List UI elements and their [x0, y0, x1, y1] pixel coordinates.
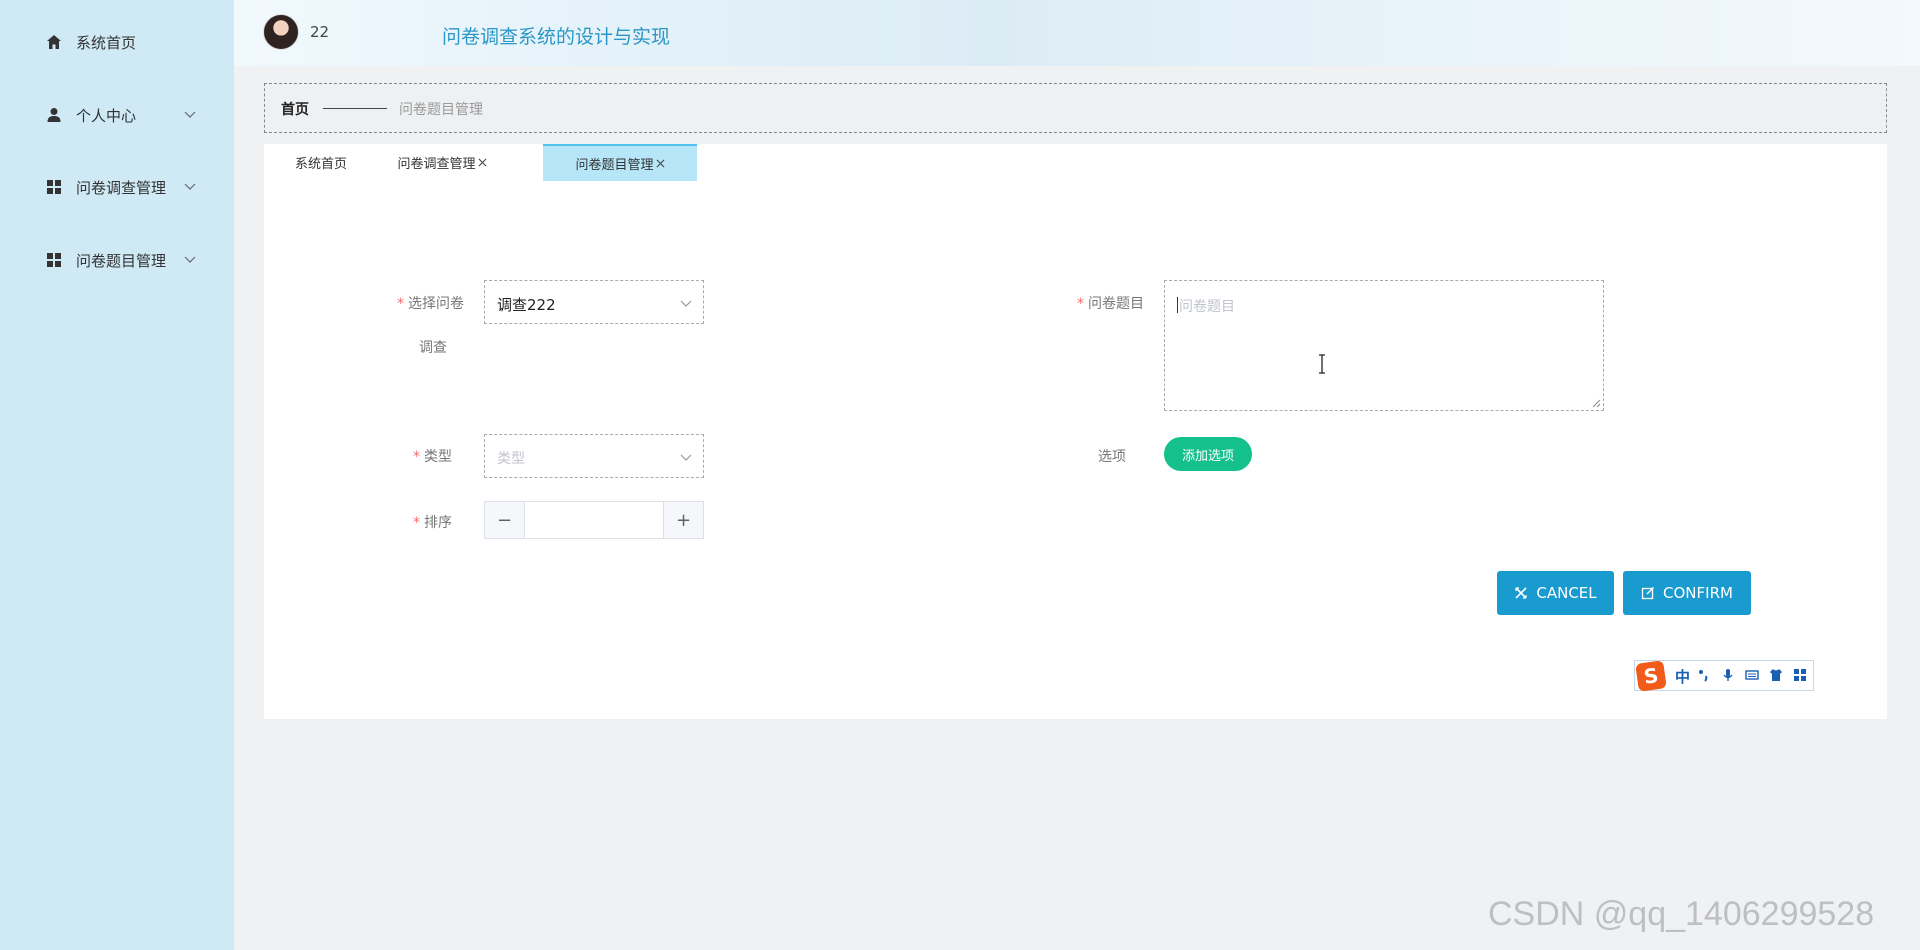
tab-label: 问卷调查管理	[397, 157, 476, 172]
survey-label-line2: 调查	[419, 340, 447, 356]
confirm-button-label: CONFIRM	[1663, 584, 1733, 602]
home-icon	[47, 35, 61, 49]
order-label: * 排序	[413, 515, 452, 531]
tab-survey-management[interactable]: 问卷调查管理	[378, 144, 506, 181]
microphone-icon[interactable]	[1721, 668, 1735, 682]
confirm-button[interactable]: CONFIRM	[1623, 571, 1751, 615]
order-input[interactable]	[526, 502, 662, 538]
sidebar-item-survey-management[interactable]: 问卷调查管理	[0, 167, 234, 207]
toolbox-grid-icon[interactable]	[1793, 668, 1807, 682]
ime-mode-chinese[interactable]: 中	[1675, 666, 1690, 687]
ime-toolbar[interactable]: S 中	[1634, 660, 1814, 692]
watermark: CSDN @qq_1406299528	[1488, 895, 1875, 933]
sidebar-item-label: 个人中心	[76, 107, 137, 125]
edit-icon	[1641, 586, 1655, 600]
breadcrumb-separator	[323, 108, 387, 109]
chevron-down-icon	[680, 454, 692, 461]
close-icon	[1515, 587, 1527, 599]
sidebar-item-label: 系统首页	[76, 34, 137, 52]
add-option-button[interactable]: 添加选项	[1164, 437, 1252, 471]
cancel-button-label: CANCEL	[1536, 584, 1597, 602]
breadcrumb: 首页 问卷题目管理	[264, 83, 1887, 133]
increment-button[interactable]: +	[663, 502, 703, 538]
close-icon[interactable]	[478, 158, 487, 167]
sidebar-item-question-management[interactable]: 问卷题目管理	[0, 240, 234, 280]
keyboard-icon[interactable]	[1745, 668, 1759, 682]
chevron-down-icon	[680, 300, 692, 307]
order-stepper[interactable]: − +	[484, 501, 704, 539]
tab-question-management[interactable]: 问卷题目管理	[543, 144, 697, 181]
tab-home[interactable]: 系统首页	[264, 144, 378, 181]
type-label: * 类型	[413, 449, 452, 465]
resize-handle-icon[interactable]	[1591, 398, 1601, 408]
tab-label: 系统首页	[294, 157, 347, 172]
sogou-logo-icon[interactable]: S	[1635, 660, 1667, 692]
sidebar-item-home[interactable]: 系统首页	[0, 22, 234, 62]
system-title: 问卷调查系统的设计与实现	[442, 26, 671, 48]
breadcrumb-current: 问卷题目管理	[399, 102, 483, 118]
mouse-cursor-ibeam-icon	[1319, 354, 1325, 374]
close-icon[interactable]	[656, 159, 665, 168]
question-placeholder: 问卷题目	[1179, 299, 1235, 315]
text-cursor	[1177, 297, 1178, 313]
user-icon	[47, 108, 61, 122]
options-label: 选项	[1098, 449, 1126, 465]
breadcrumb-home[interactable]: 首页	[281, 99, 309, 119]
chevron-down-icon	[184, 256, 196, 263]
cancel-button[interactable]: CANCEL	[1497, 571, 1614, 615]
sidebar: 系统首页 个人中心 问卷调查管理 问卷题目管理	[0, 0, 234, 950]
avatar[interactable]	[263, 14, 299, 50]
grid-icon	[47, 253, 61, 267]
username: 22	[310, 23, 330, 41]
tab-label: 问卷题目管理	[575, 158, 654, 173]
decrement-button[interactable]: −	[485, 502, 525, 538]
punctuation-icon[interactable]	[1697, 668, 1711, 682]
type-select[interactable]: 类型	[484, 434, 704, 478]
question-label: * 问卷题目	[1077, 296, 1144, 312]
grid-icon	[47, 180, 61, 194]
question-textarea[interactable]: 问卷题目	[1164, 280, 1604, 411]
sidebar-item-personal-center[interactable]: 个人中心	[0, 95, 234, 135]
chevron-down-icon	[184, 111, 196, 118]
survey-select[interactable]: 调查222	[484, 280, 704, 324]
type-placeholder: 类型	[497, 451, 525, 467]
sidebar-item-label: 问卷题目管理	[76, 252, 167, 270]
survey-label: * 选择问卷	[397, 296, 464, 312]
chevron-down-icon	[184, 183, 196, 190]
survey-select-value: 调查222	[497, 296, 556, 314]
sidebar-item-label: 问卷调查管理	[76, 179, 167, 197]
skin-shirt-icon[interactable]	[1769, 668, 1783, 682]
main-content: 系统首页 问卷调查管理 问卷题目管理 * 选择问卷 调查 调查222 * 问卷题目 …	[264, 144, 1887, 719]
